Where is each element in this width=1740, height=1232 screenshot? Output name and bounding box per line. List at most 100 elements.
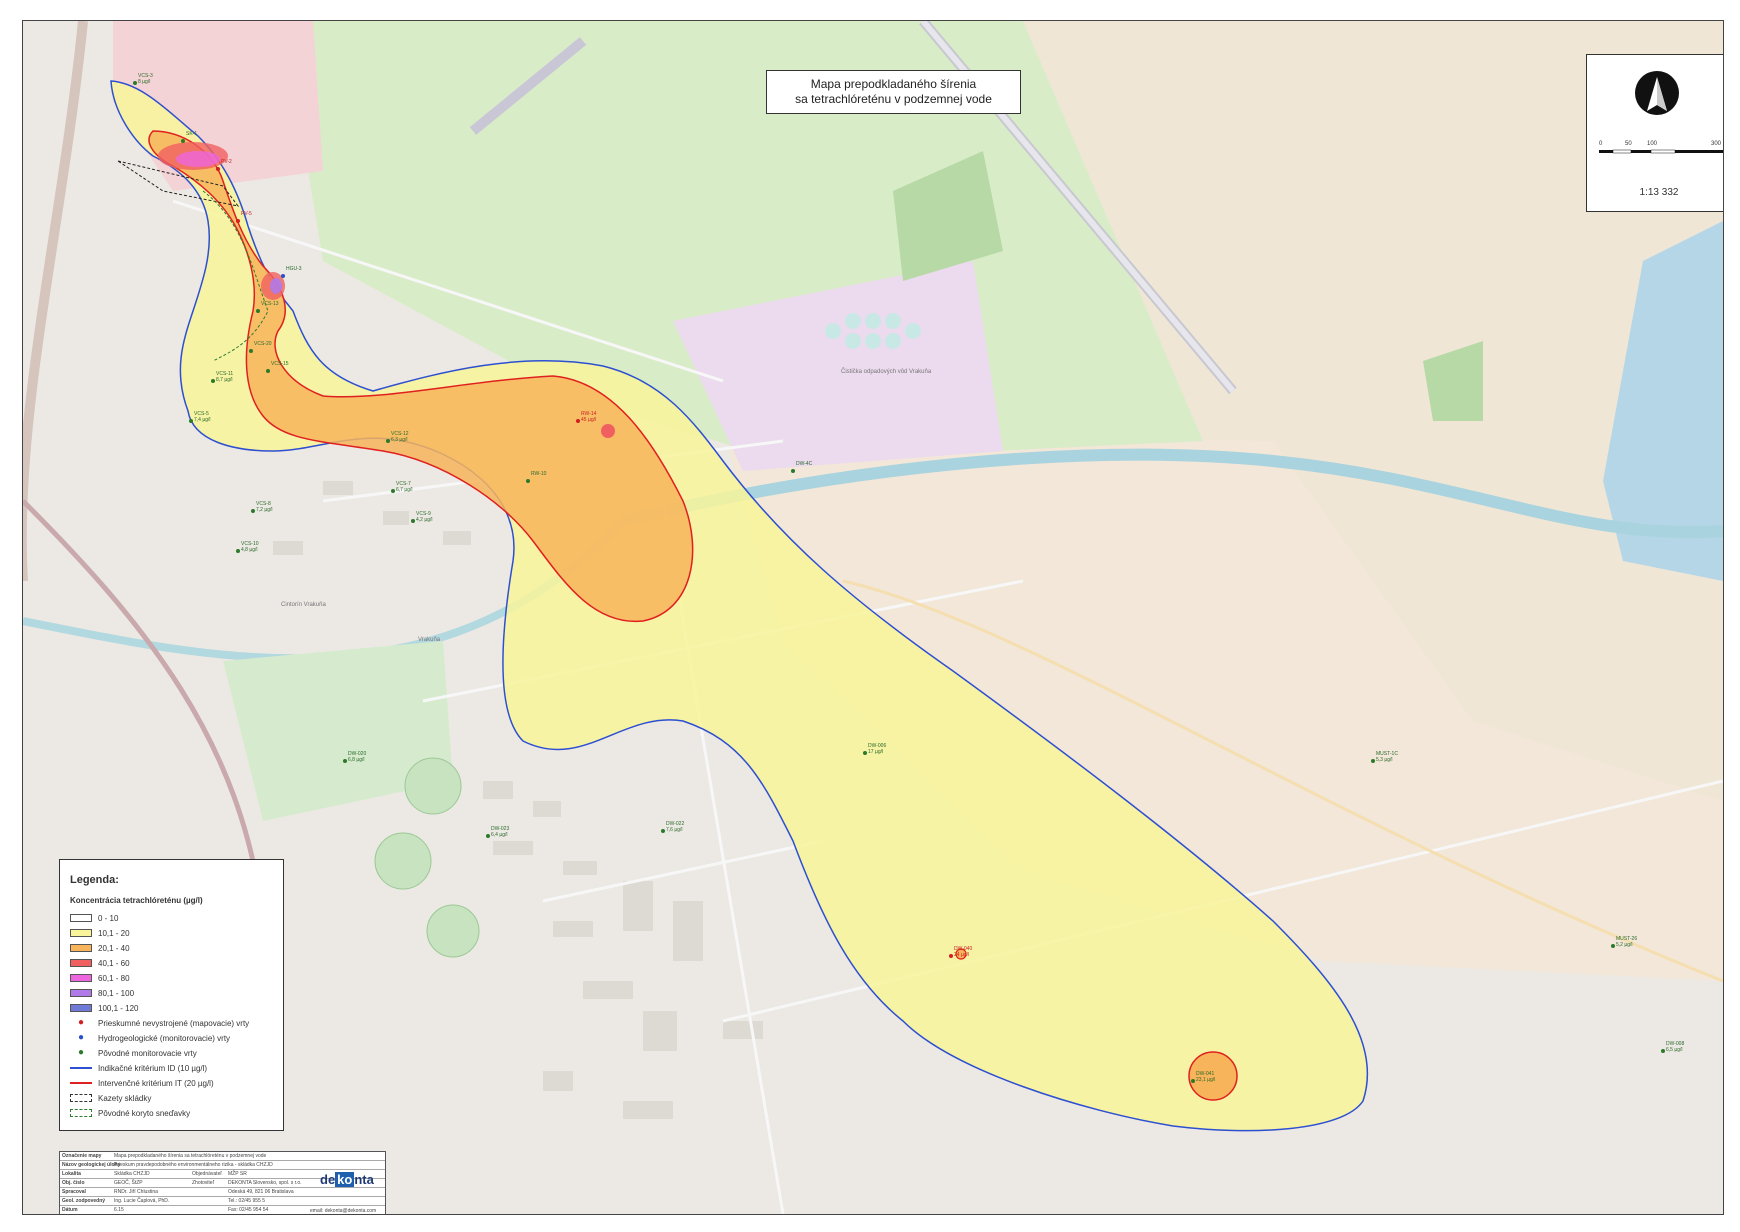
title-block-cell: Ing. Lucie Čaplová, PhD. [114,1198,170,1204]
legend: Legenda: Koncentrácia tetrachlóreténu (µ… [59,859,284,1131]
legend-class-row: 40,1 - 60 [70,957,130,969]
well-value: 4,2 µg/l [416,517,433,523]
dekonta-logo: de ko nta [320,1172,380,1194]
scale-tick: 100 [1647,141,1658,147]
legend-line-row: Indikačné kritérium ID (10 µg/l) [70,1062,207,1074]
legend-label: 60,1 - 80 [98,973,130,983]
well-point-icon [249,349,253,353]
contact-email: email: dekonta@dekonta.com [310,1208,377,1214]
well-value: 4,8 µg/l [241,547,258,553]
well-point-icon [1191,1079,1195,1083]
legend-label: 20,1 - 40 [98,943,130,953]
map-frame: VCS-3 8 µg/l SK-1 PV-2 PV-5 HGU-3 VCS-13 VCS-20… [22,20,1724,1215]
title-block-cell: Označenie mapy [62,1153,102,1159]
well-point-icon [256,309,260,313]
logo-prefix: de [320,1172,336,1187]
well-value: 24 µg/l [954,952,969,958]
well-point-icon [181,139,185,143]
title-block-cell: Dátum [62,1207,78,1213]
legend-class-row: 20,1 - 40 [70,942,130,954]
title-block-cell: Objednávateľ [192,1171,222,1177]
well-point-icon [791,469,795,473]
legend-label: 0 - 10 [98,913,119,923]
well-value: 6,8 µg/l [348,757,365,763]
well-point-icon [251,509,255,513]
title-block-cell: Prieskum pravdepodobného environmentálne… [114,1162,273,1168]
title-block: Označenie mapy Mapa prepodkladaného šíren… [59,1151,386,1214]
well-value: 17 µg/l [868,749,883,755]
title-block-cell: DEKONTA Slovensko, spol. s r.o. [228,1180,302,1186]
well-point-icon [949,954,953,958]
well-point-icon [1661,1049,1665,1053]
well-name: SK-1 [186,131,197,137]
well-point-icon [216,167,220,171]
well-point-icon [189,419,193,423]
title-block-cell: Tel.: 02/45 955 5 [228,1198,265,1204]
logo-highlight: ko [335,1172,355,1187]
legend-title: Legenda: [70,874,119,886]
title-block-cell: Názov geologickej úlohy [62,1162,121,1168]
plume-zone-80-100[interactable] [270,278,282,294]
well-value: 7,6 µg/l [666,827,683,833]
plume-zone-40-60[interactable] [601,424,615,438]
legend-point-row: ● Hydrogeologické (monitorovacie) vrty [70,1032,230,1044]
well-name: VCS-15 [271,361,289,367]
well-value: 8,7 µg/l [216,377,233,383]
well-name: HGU-3 [286,266,302,272]
legend-label: Indikačné kritérium ID (10 µg/l) [98,1063,208,1073]
well-point-icon: ● [77,1032,85,1043]
well-value: 5,3 µg/l [1376,757,1393,763]
well-value: 7,4 µg/l [194,417,211,423]
dashed-area-icon [70,1094,92,1102]
north-arrow-icon [1599,71,1723,154]
legend-subtitle: Koncentrácia tetrachlóreténu (µg/l) [70,896,203,905]
well-point-icon [391,489,395,493]
map-label: Cintorín Vrakuňa [281,602,326,608]
title-block-cell: GEOČ, ŠtZP [114,1180,143,1186]
map-title-line2: sa tetrachlóreténu v podzemnej vode [795,92,992,106]
map-label: Čistička odpadových vôd Vrakuňa [841,368,932,375]
legend-swatch [70,929,92,937]
well-point-icon [661,829,665,833]
legend-class-row: 10,1 - 20 [70,927,130,939]
title-block-cell: RNDr. Jiří Chlustina [114,1189,158,1195]
legend-point-row: ● Prieskumné nevystrojené (mapovacie) vrt… [70,1017,249,1029]
well-value: 5,2 µg/l [1616,942,1633,948]
title-block-cell: Skládka CHZJD [114,1171,150,1177]
legend-label: 40,1 - 60 [98,958,130,968]
plume-zone-60-80[interactable] [176,151,220,167]
well-point-icon [133,81,137,85]
legend-class-row: 80,1 - 100 [70,987,134,999]
well-point-icon [266,369,270,373]
title-block-cell: Odeská 49, 821 06 Bratislava [228,1189,294,1195]
well-point-icon [281,274,285,278]
well-value: 6,4 µg/l [491,832,508,838]
title-block-cell: 6.15 [114,1207,124,1213]
scale-tick: 50 [1625,141,1632,147]
well-value: 6,7 µg/l [396,487,413,493]
well-point-icon [236,219,240,223]
legend-label: Pôvodné koryto sneďavky [98,1108,191,1118]
legend-label: 100,1 - 120 [98,1003,139,1013]
well-point-icon [1371,759,1375,763]
well-name: PV-5 [241,211,252,217]
well-point-icon [343,759,347,763]
map-title-line1: Mapa prepodkladaného šírenia [810,77,977,91]
well-name: RW-10 [531,471,547,477]
title-block-cell: Spracoval [62,1189,86,1195]
map-label: Vrakuňa [418,637,441,643]
legend-label: 10,1 - 20 [98,928,130,938]
legend-swatch [70,944,92,952]
well-point-icon [576,419,580,423]
title-block-cell: Geol. zodpovedný [62,1198,106,1204]
legend-class-row: 100,1 - 120 [70,1002,138,1014]
title-block-cell: Mapa prepodkladaného šírenia sa tetrachl… [114,1153,267,1159]
line-symbol-icon [70,1067,92,1069]
title-block-row: Označenie mapy Mapa prepodkladaného šíren… [60,1152,385,1161]
legend-swatch [70,959,92,967]
well-value: 7,2 µg/l [256,507,273,513]
legend-swatch [70,1004,92,1012]
well-name: PV-2 [221,159,232,165]
legend-label: 80,1 - 100 [98,988,135,998]
well-point-icon [486,834,490,838]
